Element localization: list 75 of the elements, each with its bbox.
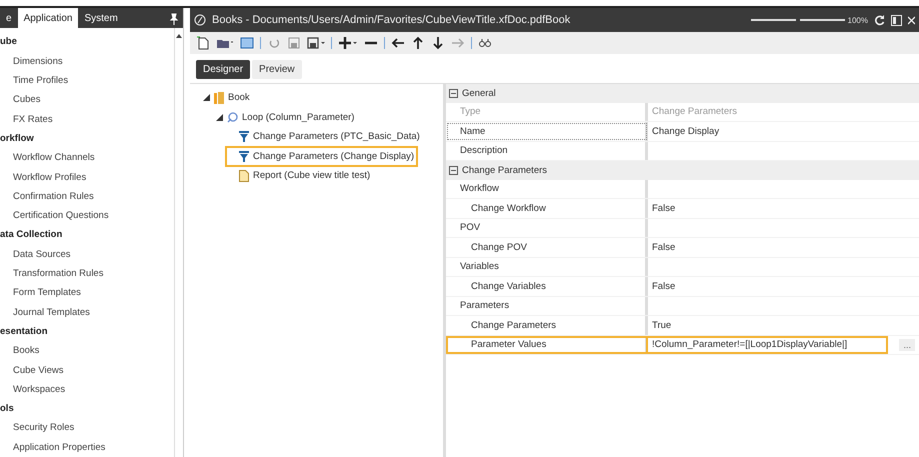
plus-icon[interactable] <box>338 36 358 50</box>
sidebar-item[interactable]: Workflow Profiles <box>0 168 174 187</box>
sidebar-item[interactable]: Dimensions <box>0 52 174 72</box>
sidebar-item[interactable]: Security Roles <box>0 418 174 438</box>
expand-arrow-icon[interactable] <box>216 114 223 121</box>
property-label[interactable]: Parameter Values <box>446 336 648 354</box>
sidebar-tab[interactable]: System <box>78 9 124 28</box>
property-group-label: Workflow <box>446 180 648 198</box>
property-value[interactable]: False <box>652 280 676 292</box>
pin-icon[interactable] <box>169 13 179 25</box>
funnel-icon <box>239 150 249 162</box>
sidebar-item[interactable]: Workflow Channels <box>0 148 174 168</box>
collapse-icon[interactable] <box>449 88 458 98</box>
collapse-icon[interactable] <box>449 166 458 175</box>
document-icon <box>239 170 249 182</box>
property-label[interactable]: Change Variables <box>446 277 648 296</box>
sidebar-item[interactable]: Transformation Rules <box>0 264 174 284</box>
book-icon <box>214 92 224 104</box>
property-value[interactable]: False <box>652 202 676 214</box>
save-as-icon[interactable] <box>307 36 325 50</box>
sidebar-item[interactable]: Data Sources <box>0 244 174 264</box>
sidebar-item[interactable]: Workspaces <box>0 380 174 400</box>
property-label[interactable]: Name <box>446 122 648 140</box>
sidebar-tab[interactable]: e <box>0 9 18 28</box>
section-heading: ube <box>0 35 18 50</box>
property-group-label: Parameters <box>446 296 648 315</box>
section-heading: orkflow <box>0 132 35 146</box>
property-label[interactable]: Change Workflow <box>446 199 648 218</box>
new-document-icon[interactable] <box>196 36 210 50</box>
sidebar-item[interactable]: FX Rates <box>0 110 174 129</box>
expand-arrow-icon[interactable] <box>203 94 210 102</box>
view-tab[interactable]: Preview <box>252 60 302 79</box>
sidebar-item[interactable]: Form Templates <box>0 283 174 303</box>
section-heading: esentation <box>0 324 49 339</box>
ellipsis-button[interactable]: ... <box>899 338 915 351</box>
property-label[interactable]: Change Parameters <box>446 316 648 334</box>
property-label[interactable]: Change POV <box>446 238 648 256</box>
panel-icon[interactable] <box>891 14 902 26</box>
app-logo-icon <box>194 14 206 26</box>
tree-item[interactable]: Report (Cube view title test) <box>226 166 374 186</box>
tree-item[interactable]: Book <box>200 88 253 108</box>
property-value[interactable]: !Column_Parameter!=[|Loop1DisplayVariable|] <box>648 336 888 354</box>
sidebar-item[interactable]: Cube Views <box>0 360 174 380</box>
scroll-up-icon[interactable] <box>176 34 182 38</box>
property-group-label: Variables <box>446 258 648 276</box>
view-tab[interactable]: Designer <box>196 60 250 79</box>
section-heading: ata Collection <box>0 228 64 242</box>
sidebar-item[interactable]: Time Profiles <box>0 71 174 90</box>
close-icon[interactable] <box>908 16 915 24</box>
up-arrow-icon[interactable] <box>411 36 425 50</box>
sidebar-item[interactable]: Confirmation Rules <box>0 186 174 206</box>
tree-item[interactable]: Change Parameters (PTC_Basic_Data) <box>226 127 423 146</box>
tree-item[interactable]: Change Parameters (Change Display) <box>226 146 418 166</box>
sidebar-item[interactable]: Application Properties <box>0 438 174 457</box>
category-row[interactable]: General <box>446 84 919 102</box>
down-arrow-icon[interactable] <box>431 36 445 50</box>
funnel-icon <box>239 131 249 142</box>
sidebar-tab[interactable]: Application <box>18 8 78 28</box>
zoom-slider[interactable] <box>750 17 845 23</box>
property-value[interactable]: Change Display <box>652 126 720 137</box>
refresh-icon[interactable] <box>874 14 885 26</box>
property-value[interactable]: False <box>652 242 676 253</box>
category-row[interactable]: Change Parameters <box>446 161 919 180</box>
sidebar-item[interactable]: Books <box>0 341 174 361</box>
sidebar-item[interactable]: Certification Questions <box>0 206 174 226</box>
window-title: Books - Documents/Users/Admin/Favorites/CubeViewTitle.xfDoc.pdfBook <box>212 14 572 26</box>
sidebar-item[interactable]: Cubes <box>0 90 174 110</box>
property-group-label: POV <box>446 218 648 237</box>
left-arrow-icon[interactable] <box>391 36 405 50</box>
preview-icon[interactable] <box>240 36 254 50</box>
section-heading: ols <box>0 402 15 416</box>
zoom-reading: 100% <box>848 16 868 24</box>
sidebar-item[interactable]: Journal Templates <box>0 302 174 322</box>
property-value[interactable]: True <box>652 320 672 331</box>
tree-item[interactable]: Loop (Column_Parameter) <box>213 108 358 127</box>
